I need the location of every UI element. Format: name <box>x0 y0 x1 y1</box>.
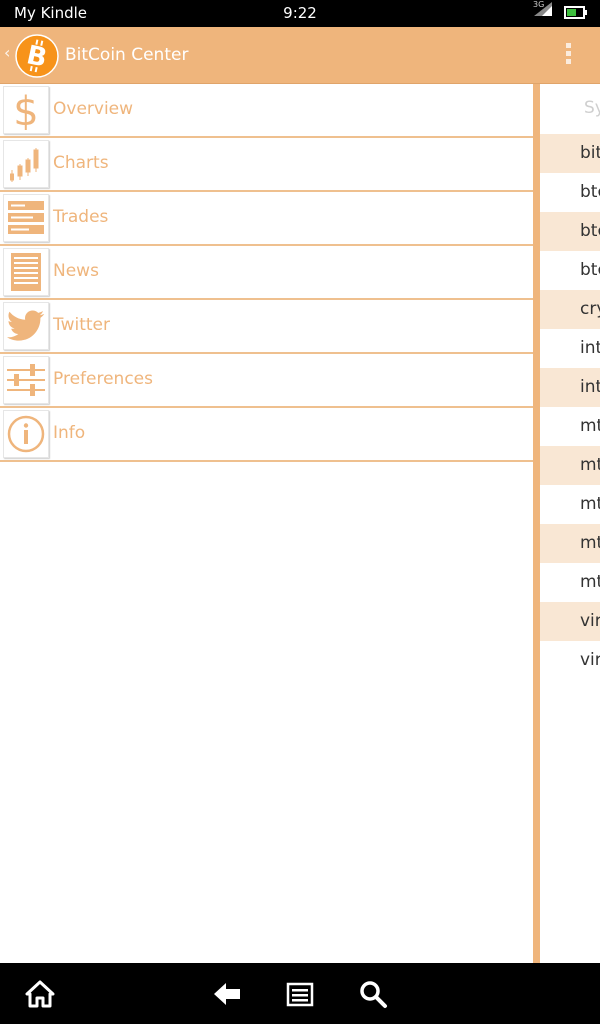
menu-item-info[interactable]: Info <box>0 408 533 462</box>
network-type: 3G <box>533 0 545 9</box>
list-item[interactable]: cry <box>540 290 600 329</box>
status-bar: My Kindle 9:22 3G <box>0 0 600 27</box>
back-arrow-icon[interactable] <box>212 979 242 1009</box>
twitter-bird-icon <box>3 302 49 350</box>
list-item[interactable]: mt <box>540 446 600 485</box>
dollar-icon: $ <box>3 86 49 134</box>
list-item[interactable]: mt <box>540 563 600 602</box>
back-chevron-icon[interactable]: ‹ <box>4 43 10 62</box>
menu-label: Twitter <box>53 315 110 335</box>
column-header-symbol: Sy <box>584 98 600 118</box>
symbol-list[interactable]: Sy bit btc btc btc cry int int mt mt mt … <box>540 84 600 963</box>
menu-item-charts[interactable]: Charts <box>0 138 533 192</box>
list-item[interactable]: mt <box>540 524 600 563</box>
menu-icon[interactable] <box>285 979 315 1009</box>
list-item[interactable]: bit <box>540 134 600 173</box>
menu-item-overview[interactable]: $ Overview <box>0 84 533 138</box>
app-bar: ‹ B BitCoin Center <box>0 27 600 84</box>
menu-label: News <box>53 261 99 281</box>
menu-item-preferences[interactable]: Preferences <box>0 354 533 408</box>
list-item[interactable]: vir <box>540 641 600 680</box>
list-item[interactable]: vir <box>540 602 600 641</box>
candlestick-chart-icon <box>3 140 49 188</box>
drawer-edge <box>533 84 540 963</box>
navigation-drawer: $ Overview Charts Trades News Twitter Pr… <box>0 84 533 963</box>
list-item[interactable]: btc <box>540 251 600 290</box>
menu-label: Charts <box>53 153 109 173</box>
list-item[interactable]: mt <box>540 407 600 446</box>
system-nav-bar <box>0 963 600 1024</box>
trades-list-icon <box>3 194 49 242</box>
search-icon[interactable] <box>358 979 388 1009</box>
menu-label: Trades <box>53 207 109 227</box>
clock: 9:22 <box>283 4 317 22</box>
menu-item-twitter[interactable]: Twitter <box>0 300 533 354</box>
app-title: BitCoin Center <box>65 45 189 65</box>
sliders-icon <box>3 356 49 404</box>
menu-label: Info <box>53 423 86 443</box>
home-icon[interactable] <box>25 979 55 1009</box>
list-item[interactable]: btc <box>540 173 600 212</box>
battery-icon <box>564 6 587 19</box>
svg-text:$: $ <box>13 90 38 130</box>
list-item[interactable]: btc <box>540 212 600 251</box>
menu-item-trades[interactable]: Trades <box>0 192 533 246</box>
list-item[interactable]: int <box>540 329 600 368</box>
menu-item-news[interactable]: News <box>0 246 533 300</box>
list-item[interactable]: int <box>540 368 600 407</box>
list-item[interactable]: mt <box>540 485 600 524</box>
news-document-icon <box>3 248 49 296</box>
menu-label: Overview <box>53 99 134 119</box>
info-icon <box>3 410 49 458</box>
bitcoin-logo-icon[interactable]: B <box>15 34 59 78</box>
overflow-menu-icon[interactable] <box>562 43 574 69</box>
menu-label: Preferences <box>53 369 153 389</box>
